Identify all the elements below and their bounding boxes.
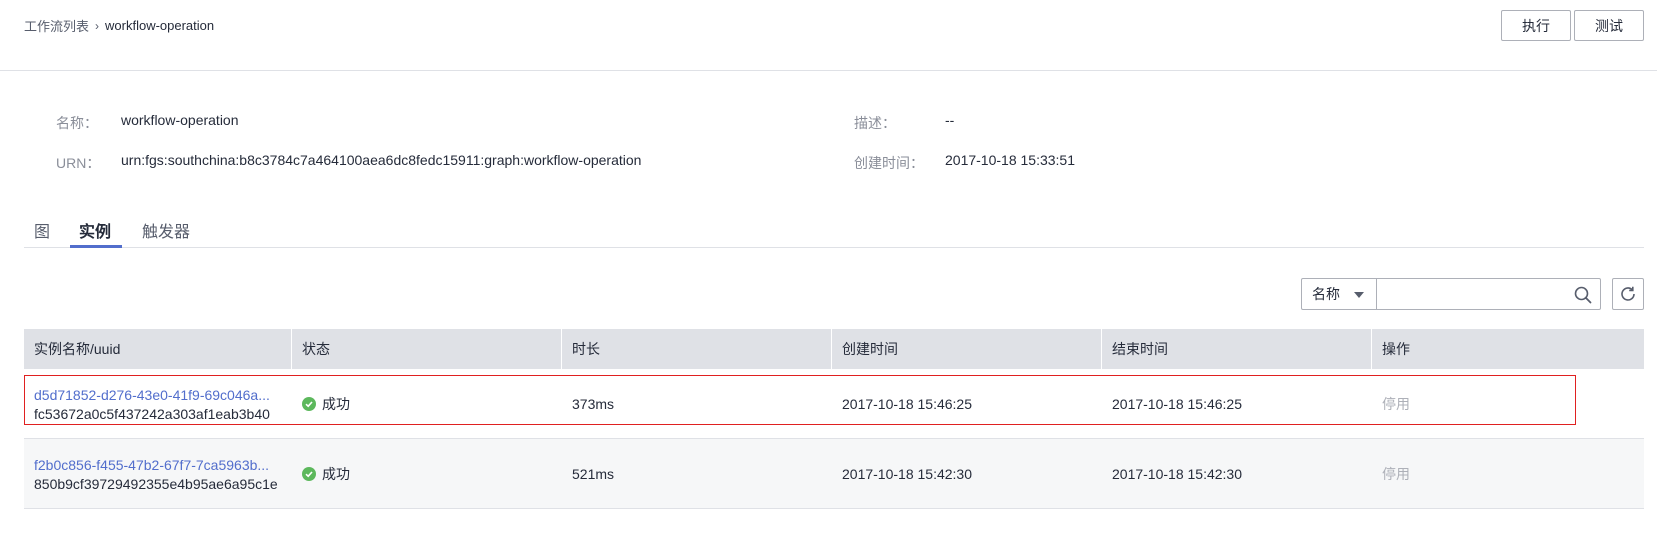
check-circle-icon: [302, 397, 316, 411]
status-badge: 成功: [302, 394, 562, 414]
tab-graph[interactable]: 图: [34, 218, 50, 248]
breadcrumb-current: workflow-operation: [105, 18, 215, 33]
status-cell: 成功: [292, 369, 562, 439]
created-time-cell: 2017-10-18 15:42:30: [842, 466, 972, 482]
column-header-status: 状态: [292, 329, 562, 369]
search-field-select-value: 名称: [1312, 286, 1340, 302]
instance-name-cell: f2b0c856-f455-47b2-67f7-7ca5963b... 850b…: [24, 439, 292, 509]
test-button[interactable]: 测试: [1574, 10, 1644, 41]
caret-down-icon: [1354, 292, 1364, 298]
action-cell: 停用: [1372, 439, 1644, 509]
name-label: 名称：: [56, 115, 98, 131]
duration-cell: 521ms: [572, 466, 615, 482]
column-header-ended: 结束时间: [1102, 329, 1372, 369]
instance-uuid: 850b9cf39729492355e4b95ae6a95c1e: [34, 475, 278, 492]
table-row: d5d71852-d276-43e0-41f9-69c046a... fc536…: [24, 369, 1644, 439]
description-label: 描述：: [854, 115, 896, 131]
search-group: 名称: [1301, 278, 1601, 310]
status-cell: 成功: [292, 439, 562, 509]
column-header-action: 操作: [1382, 341, 1410, 357]
instance-name-cell: d5d71852-d276-43e0-41f9-69c046a... fc536…: [24, 369, 292, 439]
status-badge: 成功: [302, 464, 562, 484]
breadcrumb-workflow-list-link[interactable]: 工作流列表: [24, 16, 89, 35]
ended-time-cell: 2017-10-18 15:42:30: [1112, 466, 1242, 482]
description-value: --: [945, 112, 955, 128]
search-icon[interactable]: [1574, 286, 1592, 304]
tab-triggers[interactable]: 触发器: [142, 218, 190, 248]
breadcrumb-separator: ›: [95, 18, 100, 33]
instance-name-link[interactable]: d5d71852-d276-43e0-41f9-69c046a...: [34, 387, 279, 403]
column-header-name: 实例名称/uuid: [24, 329, 292, 369]
urn-value: urn:fgs:southchina:b8c3784c7a464100aea6d…: [121, 152, 642, 168]
active-tab-indicator: [70, 245, 122, 248]
column-header-duration: 时长: [562, 329, 832, 369]
table-header: 实例名称/uuid 状态 时长 创建时间 结束时间 操作: [24, 329, 1644, 369]
check-circle-icon: [302, 467, 316, 481]
urn-label: URN：: [56, 155, 101, 171]
column-header-created: 创建时间: [832, 329, 1102, 369]
created-time-label: 创建时间：: [854, 155, 924, 171]
instance-name-link[interactable]: f2b0c856-f455-47b2-67f7-7ca5963b...: [34, 457, 279, 473]
duration-cell: 373ms: [572, 396, 615, 412]
instance-table: 实例名称/uuid 状态 时长 创建时间 结束时间 操作 d5d71852-d2…: [24, 329, 1644, 509]
instance-uuid: fc53672a0c5f437242a303af1eab3b40: [34, 405, 270, 422]
action-cell: 停用: [1372, 369, 1644, 439]
name-value: workflow-operation: [121, 112, 239, 128]
ended-time-cell: 2017-10-18 15:46:25: [1112, 396, 1242, 412]
tab-bar: 图 实例 触发器: [24, 218, 1644, 248]
disable-link[interactable]: 停用: [1382, 394, 1644, 414]
tab-instances[interactable]: 实例: [79, 218, 111, 248]
status-text: 成功: [322, 466, 350, 482]
breadcrumb: 工作流列表 › workflow-operation: [24, 16, 214, 35]
created-time-cell: 2017-10-18 15:46:25: [842, 396, 972, 412]
table-row: f2b0c856-f455-47b2-67f7-7ca5963b... 850b…: [24, 439, 1644, 509]
search-input[interactable]: [1377, 279, 1600, 309]
refresh-icon: [1621, 286, 1635, 301]
top-bar: 工作流列表 › workflow-operation 执行 测试: [0, 0, 1657, 71]
created-time-value: 2017-10-18 15:33:51: [945, 152, 1075, 168]
refresh-button[interactable]: [1612, 278, 1644, 310]
status-text: 成功: [322, 396, 350, 412]
disable-link[interactable]: 停用: [1382, 464, 1644, 484]
search-field-select[interactable]: 名称: [1302, 279, 1377, 309]
execute-button[interactable]: 执行: [1501, 10, 1571, 41]
